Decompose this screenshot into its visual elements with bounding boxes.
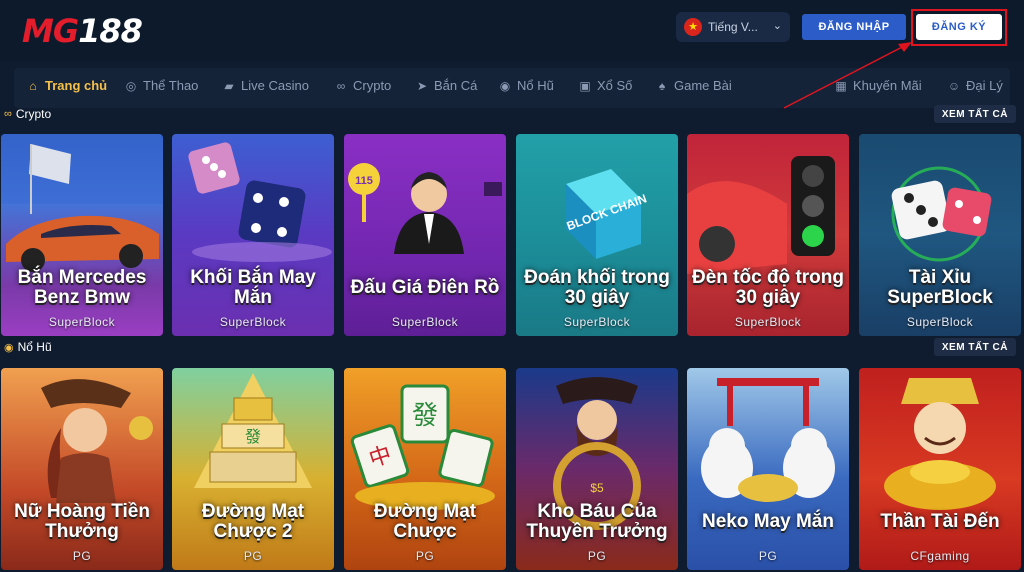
game-provider: SuperBlock xyxy=(734,315,802,329)
game-card[interactable]: Tài Xỉu SuperBlock SuperBlock xyxy=(859,134,1021,336)
game-title: Khối Bắn May Mắn xyxy=(190,267,316,308)
link-icon: ∞ xyxy=(4,108,12,120)
game-provider: PG xyxy=(72,549,92,563)
game-card[interactable]: Nữ Hoàng Tiền Thưởng PG xyxy=(1,368,163,570)
see-all-button[interactable]: XEM TẤT CẢ xyxy=(933,105,1016,123)
game-title: Đoán khối trong 30 giây xyxy=(524,267,670,308)
mahjong-symbol: 發 xyxy=(245,427,261,446)
game-title: Neko May Mắn xyxy=(702,511,834,532)
section-title: ∞ Crypto xyxy=(4,107,51,121)
lucky-cats-art xyxy=(701,378,835,502)
section-title: ◉ Nổ Hũ xyxy=(4,340,52,354)
mahjong-symbol: 發 xyxy=(412,401,438,431)
game-card[interactable]: Neko May Mắn PG xyxy=(687,368,849,570)
game-card[interactable]: 發 Đường Mạt Chược 2 PG xyxy=(172,368,334,570)
game-provider: PG xyxy=(415,549,435,563)
auction-badge: 115 xyxy=(355,175,373,187)
annotation-arrow xyxy=(783,42,912,109)
god-of-wealth-art xyxy=(884,378,996,510)
game-provider: SuperBlock xyxy=(219,315,287,329)
section-slots-header: ◉ Nổ Hũ XEM TẤT CẢ xyxy=(0,337,1024,359)
game-title: Thần Tài Đến xyxy=(880,511,1000,532)
game-title: Bắn Mercedes Benz Bmw xyxy=(17,267,147,308)
section-crypto-header: ∞ Crypto XEM TẤT CẢ xyxy=(0,104,1024,126)
game-provider: SuperBlock xyxy=(391,315,459,329)
game-provider: PG xyxy=(587,549,607,563)
game-provider: SuperBlock xyxy=(563,315,631,329)
game-card[interactable]: Bắn Mercedes Benz Bmw SuperBlock xyxy=(1,134,163,336)
game-card[interactable]: Khối Bắn May Mắn SuperBlock xyxy=(172,134,334,336)
game-title: Đường Mạt Chược xyxy=(373,501,477,542)
game-card[interactable]: 發 中 Đường Mạt Chược PG xyxy=(344,368,506,570)
game-provider: SuperBlock xyxy=(906,315,974,329)
game-card[interactable]: 115 Đấu Giá Điên Rồ SuperBlock xyxy=(344,134,506,336)
game-title: Tài Xỉu SuperBlock xyxy=(887,267,993,308)
game-card[interactable]: Thần Tài Đến CFgaming xyxy=(859,368,1021,570)
coin-label: $5 xyxy=(590,481,604,495)
game-card[interactable]: BLOCK CHAIN Đoán khối trong 30 giây Supe… xyxy=(516,134,678,336)
slot-icon: ◉ xyxy=(4,341,14,354)
game-provider: SuperBlock xyxy=(48,315,116,329)
section-title-text: Nổ Hũ xyxy=(17,340,52,354)
game-provider: PG xyxy=(758,549,778,563)
auctioneer-art: 115 xyxy=(348,163,502,254)
game-card[interactable]: $5 Kho Báu Của Thuyền Trưởng PG xyxy=(516,368,678,570)
game-title: Kho Báu Của Thuyền Trưởng xyxy=(526,501,668,542)
game-title: Đèn tốc độ trong 30 giây xyxy=(692,267,844,308)
game-card[interactable]: Đèn tốc độ trong 30 giây SuperBlock xyxy=(687,134,849,336)
game-title: Đấu Giá Điên Rồ xyxy=(350,277,500,298)
section-title-text: Crypto xyxy=(15,107,52,121)
game-title: Nữ Hoàng Tiền Thưởng xyxy=(14,501,150,542)
game-provider: PG xyxy=(243,549,263,563)
see-all-button[interactable]: XEM TẤT CẢ xyxy=(933,338,1016,356)
game-title: Đường Mạt Chược 2 xyxy=(201,501,305,542)
game-provider: CFgaming xyxy=(910,549,970,563)
